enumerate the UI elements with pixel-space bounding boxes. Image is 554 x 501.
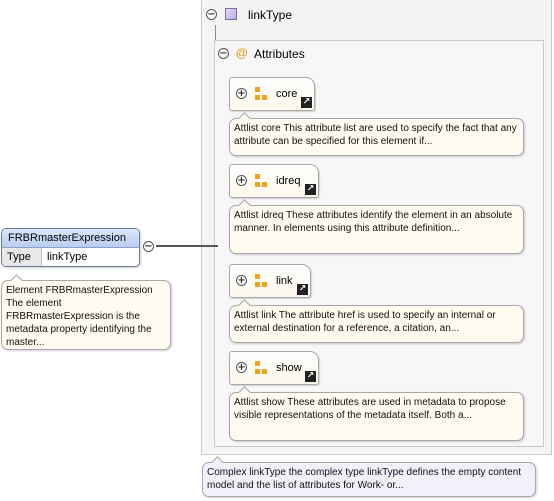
attributes-title: Attributes: [254, 47, 305, 61]
group-doc-callout: Attlist link The attribute href is used …: [229, 299, 524, 343]
expand-icon[interactable]: +: [236, 275, 247, 286]
group-doc-text: Attlist idreq These attributes identify …: [234, 210, 513, 234]
group-doc-text: Attlist show These attributes are used i…: [234, 397, 506, 421]
group-label: core: [276, 88, 298, 100]
group-label: show: [276, 362, 302, 374]
complex-type-doc-text: Complex linkType the complex type linkTy…: [207, 467, 522, 491]
element-doc-text: Element FRBRmasterExpression The element…: [6, 285, 153, 348]
reference-arrow-icon[interactable]: ↗: [305, 371, 316, 382]
complex-type-title: linkType: [248, 8, 293, 22]
reference-arrow-icon[interactable]: ↗: [305, 184, 316, 195]
group-label: link: [276, 275, 293, 287]
attribute-group-show[interactable]: + show ↗: [229, 351, 319, 385]
complex-type-doc-callout: Complex linkType the complex type linkTy…: [202, 456, 536, 497]
expand-icon[interactable]: +: [236, 362, 247, 373]
group-label: idreq: [276, 175, 301, 187]
attribute-group-icon: [255, 361, 267, 375]
attribute-icon: @: [236, 46, 248, 60]
group-doc-callout: Attlist show These attributes are used i…: [229, 386, 524, 441]
attributes-header: − @ Attributes: [218, 46, 418, 62]
reference-arrow-icon[interactable]: ↗: [297, 284, 308, 295]
attribute-group-icon: [255, 274, 267, 288]
type-value: linkType: [47, 251, 88, 263]
group-doc-text: Attlist link The attribute href is used …: [234, 310, 496, 334]
group-doc-text: Attlist core This attribute list are use…: [234, 123, 517, 147]
attribute-group-idreq[interactable]: + idreq ↗: [229, 164, 319, 198]
reference-arrow-icon[interactable]: ↗: [301, 97, 312, 108]
expand-icon[interactable]: +: [236, 175, 247, 186]
attribute-group-icon: [255, 87, 267, 101]
attribute-group-link[interactable]: + link ↗: [229, 264, 311, 298]
complex-type-header: − linkType: [204, 3, 404, 25]
expand-icon[interactable]: +: [236, 88, 247, 99]
type-key: Type: [2, 248, 42, 266]
collapse-icon[interactable]: −: [206, 9, 217, 20]
attribute-group-core[interactable]: + core ↗: [229, 77, 315, 111]
element-type-row: Type linkType: [2, 248, 139, 266]
collapse-icon[interactable]: −: [218, 48, 229, 59]
root-element-node[interactable]: FRBRmasterExpression Type linkType: [1, 228, 140, 267]
element-doc-callout: Element FRBRmasterExpression The element…: [1, 274, 171, 350]
element-name: FRBRmasterExpression: [2, 229, 139, 248]
complex-type-icon: [225, 8, 237, 20]
group-doc-callout: Attlist idreq These attributes identify …: [229, 199, 524, 254]
element-to-type-connector: [156, 245, 218, 247]
collapse-icon[interactable]: −: [143, 241, 154, 252]
group-doc-callout: Attlist core This attribute list are use…: [229, 112, 524, 156]
attribute-group-icon: [255, 174, 267, 188]
tree-connector: [215, 25, 216, 40]
